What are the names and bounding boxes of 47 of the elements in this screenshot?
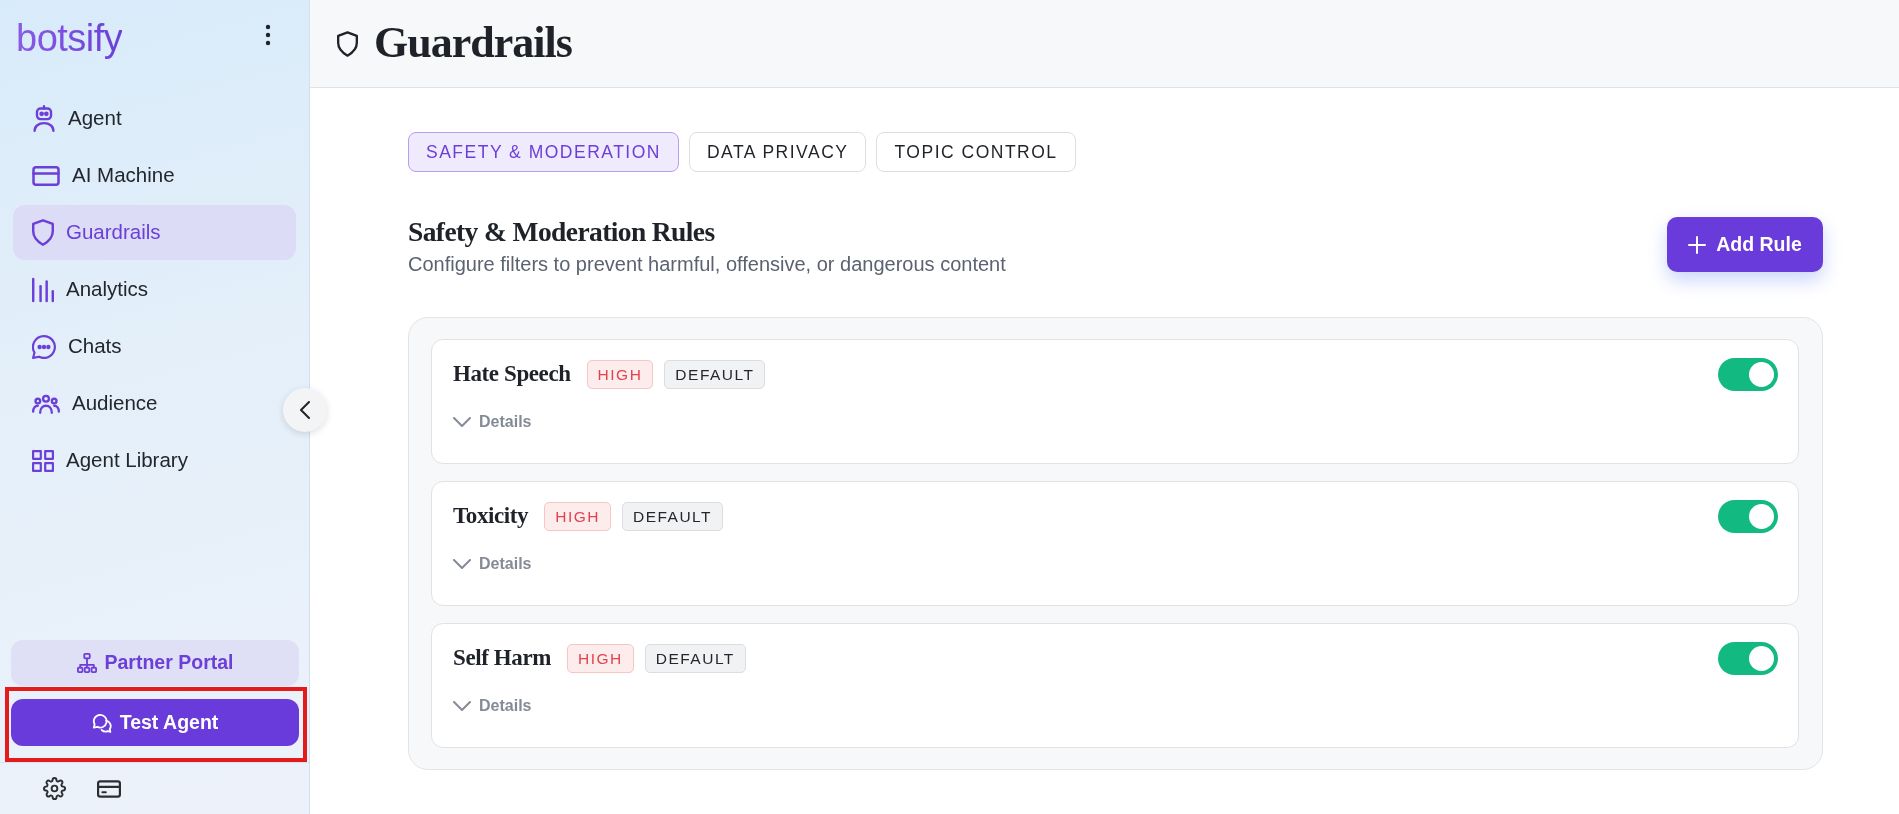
plus-icon [1688, 235, 1707, 254]
sidebar-nav-item[interactable]: Audience [13, 376, 170, 431]
more-menu-icon[interactable] [265, 24, 271, 46]
page-title: Guardrails [374, 19, 572, 68]
tab[interactable]: TOPIC CONTROL [876, 132, 1076, 172]
sitemap-icon [76, 653, 97, 673]
chevron-down-icon [453, 701, 471, 711]
chevron-left-icon [300, 401, 310, 419]
sidebar-nav-item[interactable]: Guardrails [13, 205, 296, 260]
chat-bubble-icon [32, 334, 56, 359]
tab[interactable]: DATA PRIVACY [688, 132, 867, 172]
severity-badge: HIGH [586, 360, 654, 389]
rule-title: Toxicity [453, 502, 529, 531]
toggle-switch[interactable] [1718, 500, 1778, 533]
chevron-down-icon [453, 417, 471, 427]
settings-icon[interactable] [43, 777, 66, 800]
rule-title: Self Harm [453, 644, 551, 673]
toggle-switch[interactable] [1718, 642, 1778, 675]
credit-card-icon[interactable] [97, 779, 121, 798]
toggle-switch[interactable] [1718, 358, 1778, 391]
sidebar-nav-item[interactable]: Agent Library [13, 433, 200, 488]
bar-chart-icon [32, 276, 54, 303]
sidebar-nav-item[interactable]: Agent [13, 91, 134, 146]
chat-bubbles-icon [91, 712, 112, 733]
collapse-sidebar-button[interactable] [283, 388, 327, 432]
tab[interactable]: SAFETY & MODERATION [408, 132, 679, 172]
sidebar-nav-item[interactable]: Chats [13, 319, 134, 374]
default-badge: DEFAULT [621, 502, 724, 531]
default-badge: DEFAULT [664, 360, 766, 389]
sidebar-nav-item[interactable]: AI Machine [13, 148, 187, 203]
shield-icon [32, 219, 54, 246]
default-badge: DEFAULT [644, 644, 746, 673]
section-subtitle: Configure filters to prevent harmful, offensive, or dangerous content [408, 252, 1006, 277]
severity-badge: HIGH [544, 502, 611, 531]
severity-badge: HIGH [566, 644, 634, 673]
partner-portal-button[interactable]: Partner Portal [11, 640, 299, 686]
card-icon [32, 165, 60, 186]
sidebar-nav-item[interactable]: Analytics [13, 262, 161, 317]
add-rule-button[interactable]: Add Rule [1667, 217, 1823, 272]
robot-icon [32, 105, 56, 132]
rule-title: Hate Speech [453, 360, 571, 389]
chevron-down-icon [453, 559, 471, 569]
grid-icon [32, 449, 54, 472]
shield-icon [337, 30, 358, 57]
test-agent-button[interactable]: Test Agent [11, 699, 299, 746]
people-icon [32, 393, 60, 414]
section-title: Safety & Moderation Rules [408, 215, 716, 248]
